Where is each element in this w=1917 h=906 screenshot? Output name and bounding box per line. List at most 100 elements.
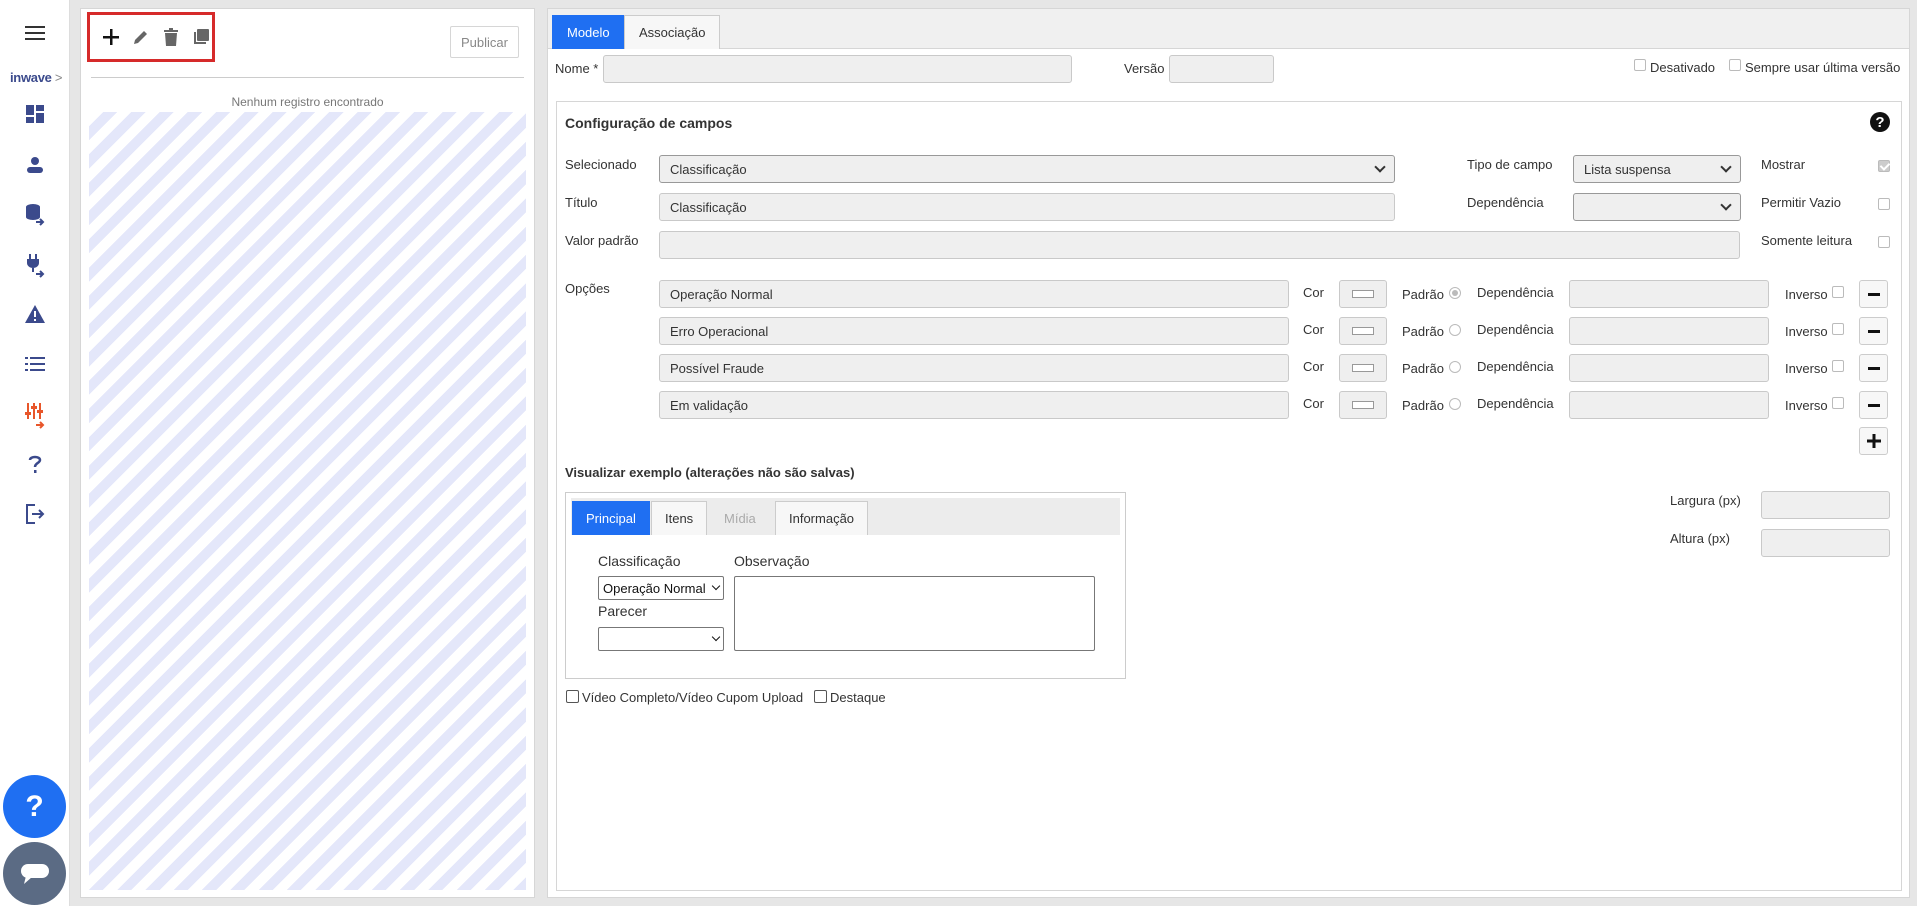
remove-option-button[interactable]: [1859, 354, 1888, 382]
color-picker-button[interactable]: [1339, 354, 1387, 382]
allow-empty-label: Permitir Vazio: [1761, 195, 1841, 210]
disabled-checkbox[interactable]: [1634, 59, 1646, 71]
user-icon[interactable]: [19, 149, 51, 181]
default-value-input[interactable]: [659, 231, 1740, 259]
default-option-radio[interactable]: [1449, 324, 1461, 336]
option-dependency-input[interactable]: [1569, 391, 1769, 419]
inverse-checkbox[interactable]: [1832, 323, 1844, 335]
preview-tab-itens[interactable]: Itens: [651, 501, 708, 535]
color-picker-button[interactable]: [1339, 280, 1387, 308]
question-icon: ?: [25, 789, 44, 823]
highlight-checkbox[interactable]: [814, 690, 827, 703]
option-dependency-input[interactable]: [1569, 317, 1769, 345]
color-picker-button[interactable]: [1339, 391, 1387, 419]
show-label: Mostrar: [1761, 157, 1806, 172]
option-dependency-label: Dependência: [1477, 396, 1554, 411]
option-input[interactable]: Em validação: [659, 391, 1289, 419]
option-input[interactable]: Operação Normal: [659, 280, 1289, 308]
option-input[interactable]: Possível Fraude: [659, 354, 1289, 382]
inverse-label: Inverso: [1785, 361, 1828, 376]
help-icon[interactable]: [19, 448, 51, 480]
allow-empty-checkbox[interactable]: [1878, 198, 1890, 210]
dashboard-icon[interactable]: [19, 98, 51, 130]
video-checkbox[interactable]: [566, 690, 579, 703]
pencil-icon: [134, 31, 147, 44]
add-option-button[interactable]: [1859, 427, 1888, 455]
preview-tab-principal[interactable]: Principal: [572, 501, 650, 535]
remove-option-button[interactable]: [1859, 391, 1888, 419]
width-input[interactable]: [1761, 491, 1890, 519]
height-input[interactable]: [1761, 529, 1890, 557]
icon-rail: inwave > ?: [0, 0, 70, 906]
version-label: Versão: [1124, 61, 1165, 76]
list-icon[interactable]: [19, 348, 51, 380]
width-label: Largura (px): [1670, 493, 1741, 508]
form-panel: Modelo Associação Nome * Versão Desativa…: [547, 8, 1910, 898]
chevron-down-icon: [1720, 161, 1732, 173]
selected-field-select[interactable]: Classificação: [659, 155, 1395, 183]
always-latest-label: Sempre usar última versão: [1745, 60, 1901, 75]
show-checkbox[interactable]: [1878, 160, 1890, 172]
duplicate-button[interactable]: [190, 26, 212, 48]
menu-icon[interactable]: [19, 17, 51, 49]
field-type-select[interactable]: Lista suspensa: [1573, 155, 1741, 183]
selected-label: Selecionado: [565, 157, 637, 172]
remove-option-button[interactable]: [1859, 317, 1888, 345]
height-label: Altura (px): [1670, 531, 1730, 546]
observation-textarea[interactable]: [734, 576, 1095, 651]
inverse-label: Inverso: [1785, 324, 1828, 339]
tab-associacao[interactable]: Associação: [624, 15, 721, 49]
help-fab-button[interactable]: ?: [3, 775, 66, 838]
color-label: Cor: [1303, 285, 1324, 300]
name-label: Nome *: [555, 61, 599, 76]
warning-icon[interactable]: [19, 298, 51, 330]
option-dependency-label: Dependência: [1477, 322, 1554, 337]
default-option-radio[interactable]: [1449, 361, 1461, 373]
always-latest-checkbox[interactable]: [1729, 59, 1741, 71]
default-option-radio[interactable]: [1449, 398, 1461, 410]
copy-icon: [194, 29, 209, 44]
edit-button[interactable]: [130, 26, 152, 48]
publish-button[interactable]: Publicar: [450, 26, 519, 58]
chat-icon: [20, 863, 49, 884]
remove-option-button[interactable]: [1859, 280, 1888, 308]
inverse-checkbox[interactable]: [1832, 397, 1844, 409]
name-input[interactable]: [603, 55, 1072, 83]
inverse-label: Inverso: [1785, 398, 1828, 413]
option-dependency-label: Dependência: [1477, 285, 1554, 300]
version-input[interactable]: [1169, 55, 1274, 83]
logout-icon[interactable]: [19, 498, 51, 530]
preview-tab-informacao[interactable]: Informação: [775, 501, 869, 535]
title-input[interactable]: Classificação: [659, 193, 1395, 221]
inverse-checkbox[interactable]: [1832, 360, 1844, 372]
database-icon[interactable]: [19, 199, 51, 231]
tab-modelo[interactable]: Modelo: [552, 15, 625, 49]
record-list-panel: Publicar Nenhum registro encontrado: [80, 8, 535, 898]
option-dependency-input[interactable]: [1569, 280, 1769, 308]
plug-icon[interactable]: [19, 250, 51, 282]
chevron-down-icon: [711, 632, 721, 642]
highlight-label: Destaque: [830, 690, 886, 705]
option-dependency-input[interactable]: [1569, 354, 1769, 382]
help-circle-icon[interactable]: ?: [1870, 112, 1890, 132]
dependency-label: Dependência: [1467, 195, 1544, 210]
delete-button[interactable]: [160, 26, 182, 48]
readonly-checkbox[interactable]: [1878, 236, 1890, 248]
readonly-label: Somente leitura: [1761, 233, 1853, 248]
color-picker-button[interactable]: [1339, 317, 1387, 345]
settings-sliders-icon[interactable]: [19, 400, 51, 432]
opinion-select[interactable]: [598, 627, 724, 651]
title-label: Título: [565, 195, 598, 210]
classification-select[interactable]: Operação Normal: [598, 576, 724, 600]
dependency-select[interactable]: [1573, 193, 1741, 221]
list-toolbar: [87, 12, 215, 62]
default-option-label: Padrão: [1402, 287, 1444, 302]
brand-logo: inwave >: [10, 70, 62, 85]
option-input[interactable]: Erro Operacional: [659, 317, 1289, 345]
add-button[interactable]: [100, 26, 122, 48]
chat-fab-button[interactable]: [3, 842, 66, 905]
default-option-radio[interactable]: [1449, 287, 1461, 299]
minus-icon: [1867, 403, 1880, 407]
inverse-checkbox[interactable]: [1832, 286, 1844, 298]
preview-tabs: Principal Itens Mídia Informação: [571, 498, 1120, 535]
